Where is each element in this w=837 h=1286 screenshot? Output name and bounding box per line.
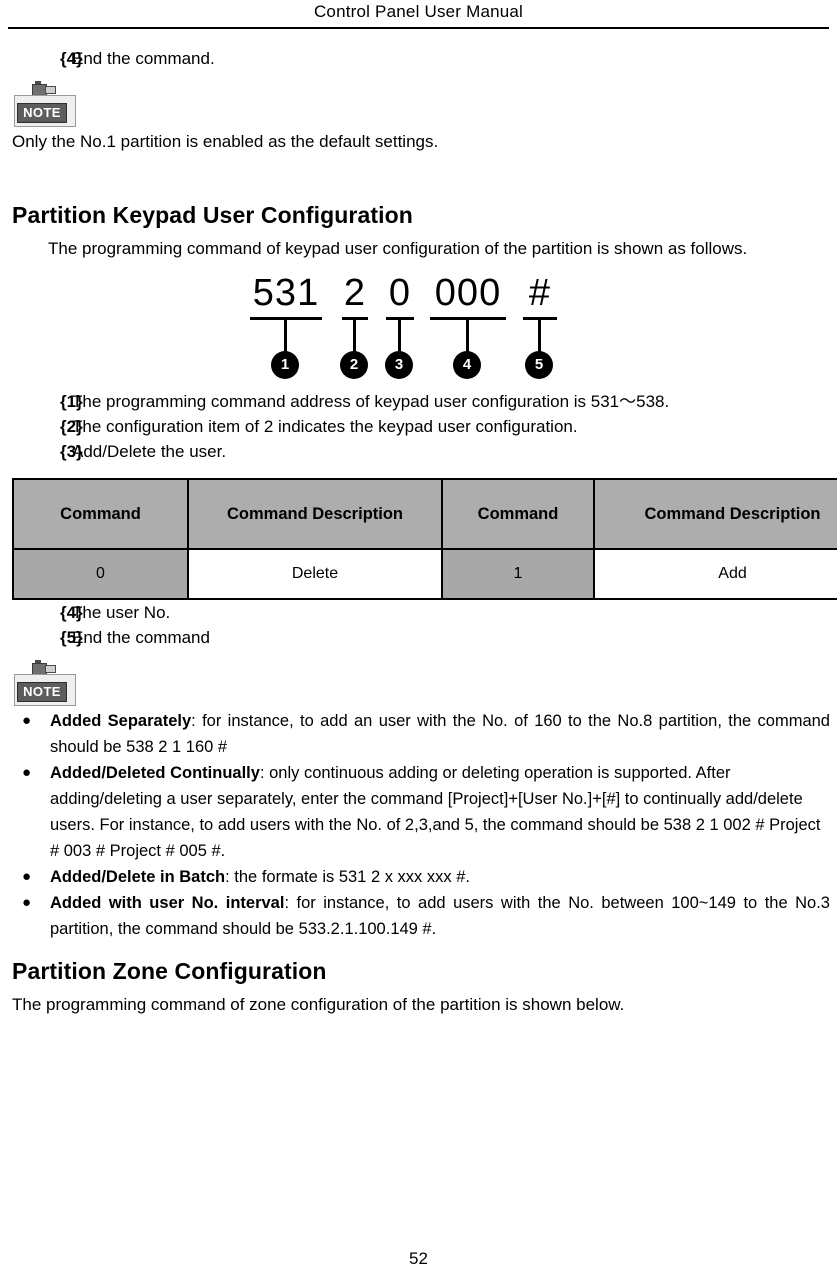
command-table: Command Command Description Command Comm…: [12, 478, 837, 600]
page-header: Control Panel User Manual: [313, 2, 524, 21]
table-cell-command-0: 0: [12, 548, 189, 600]
bullet-lead: Added/Deleted Continually: [50, 764, 260, 782]
keypad-item-list: {1} The programming command address of k…: [12, 389, 830, 464]
bullet-text: Added/Delete in Batch: the formate is 53…: [50, 864, 830, 890]
item-marker: {5}: [60, 628, 83, 647]
bullet-line-1: : for instance, to add users with the No…: [284, 894, 664, 912]
bullet-icon: ●: [22, 894, 32, 911]
note-icon: NOTE: [14, 660, 76, 706]
camera-lens-icon: [45, 665, 56, 673]
table-header-description-1: Command Description: [187, 478, 443, 550]
note-text: Only the No.1 partition is enabled as th…: [12, 132, 439, 151]
table-cell-command-1: 1: [441, 548, 595, 600]
table-header-row: Command Command Description Command Comm…: [12, 478, 837, 550]
table-cell-description-delete: Delete: [187, 548, 443, 600]
item-text: The user No.: [72, 603, 171, 622]
bullet-text: Added with user No. interval: for instan…: [50, 890, 830, 942]
diagram-badge-3: 3: [385, 351, 413, 379]
list-item: {4} The user No.: [12, 600, 830, 625]
bullet-line-5: Project # 005 #.: [109, 842, 226, 860]
list-item: ● Added Separately: for instance, to add…: [12, 708, 830, 760]
diagram-badge-1: 1: [271, 351, 299, 379]
item-text: End the command: [72, 628, 210, 647]
diagram-segment-4: 000 4: [430, 271, 506, 379]
item-marker: {4}: [60, 603, 83, 622]
bullet-text: Added/Deleted Continually: only continuo…: [50, 760, 830, 864]
bullet-text: Added Separately: for instance, to add a…: [50, 708, 830, 760]
bullet-icon: ●: [22, 764, 32, 781]
diagram-segment-3: 0 3: [385, 271, 414, 379]
diagram-segment-2: 2 2: [340, 271, 368, 379]
item-text: The programming command address of keypa…: [72, 392, 670, 411]
diagram-segment-2-stem: [353, 317, 356, 355]
camera-lens-icon: [45, 86, 56, 94]
bullet-lead: Added Separately: [50, 712, 192, 730]
bullet-line-1: : for instance, to add an user with the …: [191, 712, 653, 730]
diagram-segment-3-stem: [398, 317, 401, 355]
diagram-segment-2-glyph: 2: [343, 272, 367, 314]
item-text: Add/Delete the user.: [72, 442, 227, 461]
note-icon: NOTE: [14, 81, 76, 127]
table-header-description-2: Command Description: [593, 478, 837, 550]
list-item: {2} The configuration item of 2 indicate…: [12, 414, 830, 439]
table-row: 0 Delete 1 Add: [12, 548, 837, 600]
list-item: ● Added with user No. interval: for inst…: [12, 890, 830, 942]
section-heading-zone: Partition Zone Configuration: [12, 958, 327, 984]
diagram-segment-1-glyph: 531: [252, 272, 320, 314]
diagram-segment-1-stem: [284, 317, 287, 355]
diagram-segment-5-glyph: #: [528, 272, 552, 314]
page-content: {4} End the command. NOTE Only the No.1 …: [12, 46, 837, 1017]
diagram-segment-3-glyph: 0: [388, 272, 412, 314]
item-text: The configuration item of 2 indicates th…: [72, 417, 578, 436]
diagram-badge-2: 2: [340, 351, 368, 379]
item-marker: {3}: [60, 442, 83, 461]
diagram-segment-1: 531 1: [250, 271, 322, 379]
item-marker: {4}: [60, 49, 83, 68]
diagram-segment-4-stem: [466, 317, 469, 355]
diagram-segment-4-glyph: 000: [434, 272, 502, 314]
diagram-badge-4: 4: [453, 351, 481, 379]
list-item: ● Added/Deleted Continually: only contin…: [12, 760, 830, 864]
table-header-command-2: Command: [441, 478, 595, 550]
bullet-line-1: : the formate is 531 2 x xxx xxx #.: [225, 868, 470, 886]
section-heading-keypad: Partition Keypad User Configuration: [12, 202, 413, 228]
bullet-icon: ●: [22, 712, 32, 729]
page-number: 52: [409, 1249, 428, 1268]
note-label: NOTE: [17, 682, 67, 702]
note-label: NOTE: [17, 103, 67, 123]
section-intro-zone: The programming command of zone configur…: [12, 995, 625, 1014]
header-rule: [8, 27, 829, 29]
list-item: {3} Add/Delete the user.: [12, 439, 830, 464]
command-structure-diagram: 531 1 2 2 0 3 000 4 # 5: [12, 271, 830, 389]
document-page: Control Panel User Manual {4} End the co…: [0, 0, 837, 1286]
item-marker: {1}: [60, 392, 83, 411]
list-item: {5} End the command: [12, 625, 830, 650]
diagram-segment-5: # 5: [523, 271, 557, 379]
diagram-segment-5-stem: [538, 317, 541, 355]
table-header-command-1: Command: [12, 478, 189, 550]
section-intro-keypad: The programming command of keypad user c…: [48, 239, 748, 258]
bullet-line-1: : only continuous adding or deleting ope…: [259, 764, 610, 782]
table-cell-description-add: Add: [593, 548, 837, 600]
item-text: End the command.: [72, 49, 215, 68]
item-marker: {2}: [60, 417, 83, 436]
keypad-item-list-after-table: {4} The user No. {5} End the command: [12, 600, 830, 650]
list-item: ● Added/Delete in Batch: the formate is …: [12, 864, 830, 890]
bullet-lead: Added with user No. interval: [50, 894, 285, 912]
bullet-lead: Added/Delete in Batch: [50, 868, 226, 886]
diagram-badge-5: 5: [525, 351, 553, 379]
bullet-icon: ●: [22, 868, 32, 885]
list-item: {1} The programming command address of k…: [12, 389, 830, 414]
list-item: {4} End the command.: [12, 46, 830, 71]
keypad-bullet-list: ● Added Separately: for instance, to add…: [12, 708, 830, 942]
